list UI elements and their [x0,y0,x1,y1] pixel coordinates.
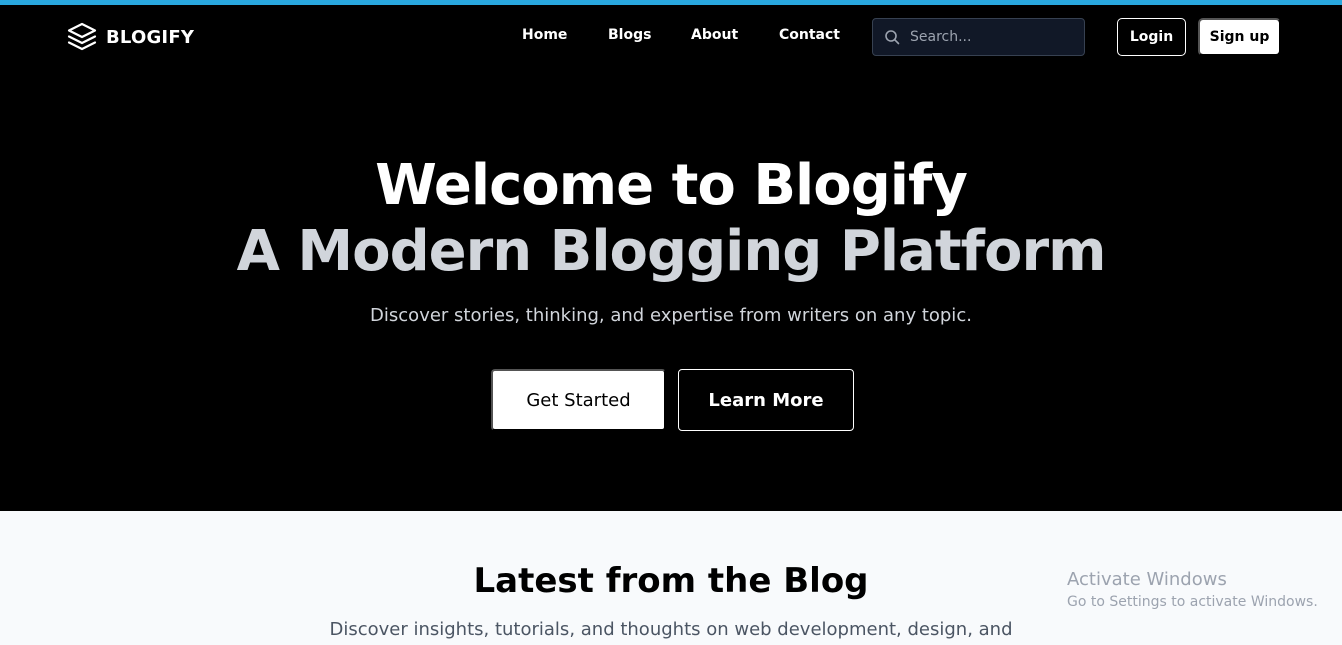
watermark-title: Activate Windows [1067,569,1227,590]
navbar: BLOGIFY Home Blogs About Contact Login S… [0,5,1342,69]
login-button[interactable]: Login [1117,18,1186,56]
get-started-button[interactable]: Get Started [491,369,666,431]
search-icon [885,30,900,45]
nav-link-about[interactable]: About [691,27,738,43]
brand-logo[interactable]: BLOGIFY [66,21,194,53]
nav-link-blogs[interactable]: Blogs [608,27,651,43]
brand-name: BLOGIFY [106,26,195,48]
hero-title: Welcome to Blogify [375,153,968,218]
search-box[interactable] [872,18,1085,56]
hero-title-secondary: A Modern Blogging Platform [236,219,1107,284]
windows-activation-watermark: Activate Windows Go to Settings to activ… [1067,569,1318,613]
nav-link-home[interactable]: Home [522,27,567,43]
nav-link-contact[interactable]: Contact [779,27,840,43]
learn-more-button[interactable]: Learn More [678,369,854,431]
signup-button[interactable]: Sign up [1198,18,1281,56]
section-description: Discover insights, tutorials, and though… [329,619,1013,640]
hero-section: Welcome to Blogify A Modern Blogging Pla… [0,69,1342,511]
hero-subtitle: Discover stories, thinking, and expertis… [370,305,972,326]
search-input[interactable] [910,29,1070,45]
layers-icon [67,22,97,51]
watermark-subtitle: Go to Settings to activate Windows. [1067,594,1318,610]
